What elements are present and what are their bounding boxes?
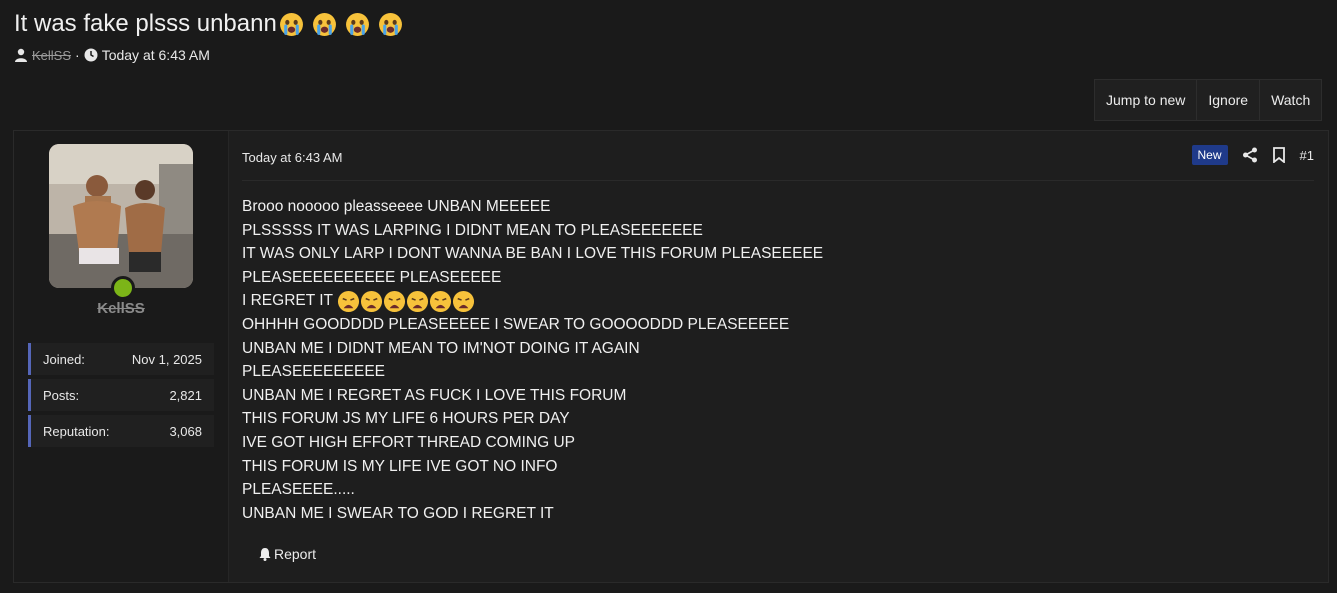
- jump-to-new-button[interactable]: Jump to new: [1095, 80, 1198, 120]
- post-line-with-emojis: I REGRET IT: [242, 289, 823, 313]
- crying-face-icon: [345, 12, 369, 36]
- stat-posts: Posts: 2,821: [28, 379, 214, 411]
- watch-button[interactable]: Watch: [1260, 80, 1321, 120]
- weary-face-icon: [360, 290, 383, 312]
- post-line: Brooo nooooo pleasseeee UNBAN MEEEEE: [242, 198, 551, 215]
- clock-icon: [84, 48, 98, 62]
- regret-emojis: [337, 290, 475, 313]
- post-line: PLEASEEEE.....: [242, 481, 355, 499]
- bookmark-icon[interactable]: [1272, 147, 1286, 163]
- report-label: Report: [274, 546, 317, 562]
- user-stats: Joined: Nov 1, 2025 Posts: 2,821 Reputat…: [28, 343, 214, 451]
- post-number-link[interactable]: #1: [1300, 148, 1314, 163]
- post-content: Today at 6:43 AM New #1 Brooo nooooo ple…: [242, 131, 1328, 582]
- weary-face-icon: [383, 290, 406, 312]
- report-button[interactable]: Report: [258, 546, 316, 562]
- thread-title: It was fake plsss unbann: [14, 10, 403, 38]
- ignore-button[interactable]: Ignore: [1197, 80, 1261, 120]
- weary-face-icon: [406, 290, 429, 312]
- post-header-actions: New #1: [1191, 145, 1314, 165]
- online-status-indicator: [111, 276, 135, 300]
- weary-face-icon: [429, 290, 452, 312]
- weary-face-icon: [337, 290, 360, 312]
- post-line: IT WAS ONLY LARP I DONT WANNA BE BAN I L…: [242, 245, 824, 263]
- post-header: Today at 6:43 AM New #1: [242, 131, 1314, 181]
- weary-face-icon: [452, 290, 475, 312]
- post-line: OHHHH GOODDDD PLEASEEEEE I SWEAR TO GOOO…: [242, 315, 790, 333]
- post-line: UNBAN ME I REGRET AS FUCK I LOVE THIS FO…: [242, 386, 627, 404]
- new-badge: New: [1191, 145, 1228, 165]
- stat-joined: Joined: Nov 1, 2025: [28, 343, 214, 375]
- stat-value: 2,821: [169, 387, 202, 403]
- stat-value: 3,068: [169, 423, 202, 439]
- stat-label: Reputation:: [43, 423, 110, 439]
- thread-actions: Jump to new Ignore Watch: [1094, 79, 1323, 121]
- crying-face-icon: [312, 12, 336, 36]
- thread-author-link[interactable]: KellSS: [32, 48, 71, 63]
- title-emojis: [279, 12, 403, 37]
- crying-face-icon: [279, 12, 303, 36]
- stat-label: Posts:: [43, 387, 80, 403]
- post-line: PLEASEEEEEEEEEE PLEASEEEEE: [242, 268, 502, 286]
- stat-label: Joined:: [43, 351, 85, 367]
- thread-title-text: It was fake plsss unbann: [14, 10, 277, 37]
- thread-meta: KellSS · Today at 6:43 AM: [14, 47, 210, 63]
- share-icon[interactable]: [1242, 147, 1258, 163]
- post-line: IVE GOT HIGH EFFORT THREAD COMING UP: [242, 433, 576, 451]
- post-line: THIS FORUM IS MY LIFE IVE GOT NO INFO: [242, 457, 558, 475]
- stat-reputation: Reputation: 3,068: [28, 415, 214, 447]
- bell-icon: [259, 548, 271, 561]
- user-icon: [15, 48, 27, 62]
- avatar[interactable]: [49, 144, 193, 288]
- post-line: UNBAN ME I DIDNT MEAN TO IM'NOT DOING IT…: [242, 339, 640, 357]
- crying-face-icon: [378, 12, 402, 36]
- meta-separator: ·: [75, 47, 80, 63]
- thread-date[interactable]: Today at 6:43 AM: [102, 47, 210, 63]
- post-line: PLSSSSS IT WAS LARPING I DIDNT MEAN TO P…: [242, 221, 703, 239]
- avatar-image: [49, 144, 193, 288]
- post-line: THIS FORUM JS MY LIFE 6 HOURS PER DAY: [242, 410, 570, 428]
- post-line: UNBAN ME I SWEAR TO GOD I REGRET IT: [242, 504, 554, 522]
- post: KellSS Joined: Nov 1, 2025 Posts: 2,821 …: [13, 130, 1329, 583]
- stat-value: Nov 1, 2025: [131, 351, 202, 367]
- post-body: Brooo nooooo pleasseeee UNBAN MEEEEE PLS…: [242, 195, 823, 525]
- post-line: I REGRET IT: [242, 292, 334, 310]
- post-date[interactable]: Today at 6:43 AM: [242, 150, 342, 165]
- username[interactable]: KellSS: [14, 300, 228, 317]
- post-line: PLEASEEEEEEEEE: [242, 363, 386, 381]
- user-panel: KellSS Joined: Nov 1, 2025 Posts: 2,821 …: [14, 131, 229, 582]
